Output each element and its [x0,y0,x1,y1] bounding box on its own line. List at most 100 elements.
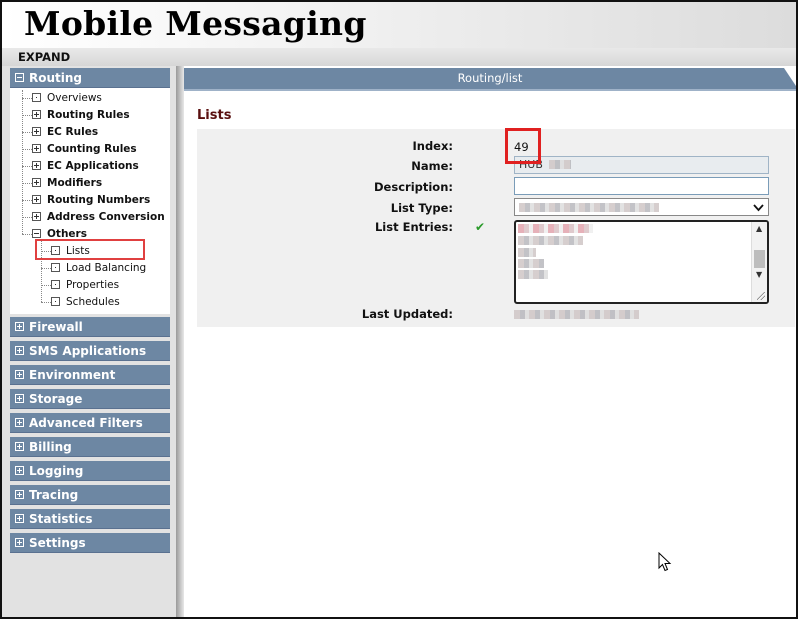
app-window: Mobile Messaging EXPAND Routing Overview… [0,0,798,619]
expand-node-icon [32,127,41,136]
description-field[interactable] [514,177,769,195]
name-label: Name: [411,159,453,173]
expand-icon [15,466,24,475]
description-label: Description: [374,180,453,194]
tree-item-ec-rules[interactable]: EC Rules [32,125,98,140]
tree-item-label: Routing Rules [47,109,130,121]
nav-section-logging[interactable]: Logging [10,461,170,481]
last-updated-label: Last Updated: [361,307,453,321]
scroll-up-icon[interactable]: ▲ [756,224,762,233]
check-icon: ✔ [475,220,486,234]
tree-item-label: Schedules [66,296,120,308]
leaf-node-icon [51,297,60,306]
mouse-cursor-icon [658,551,672,575]
redacted-text [518,224,593,233]
tree-item-schedules[interactable]: Schedules [51,295,120,310]
nav-section-label: Tracing [29,488,79,502]
expand-icon [15,514,24,523]
tree-item-routing-rules[interactable]: Routing Rules [32,108,130,123]
tree-item-label: EC Applications [47,160,139,172]
nav-section-billing[interactable]: Billing [10,437,170,457]
expand-node-icon [32,212,41,221]
collapse-node-icon [32,229,41,238]
nav-section-sms-applications[interactable]: SMS Applications [10,341,170,361]
tree-item-modifiers[interactable]: Modifiers [32,176,102,191]
name-field[interactable]: HUB [514,156,769,174]
tree-item-load-balancing[interactable]: Load Balancing [51,261,146,276]
redacted-text [549,160,572,169]
app-title: Mobile Messaging [24,4,367,43]
expand-link[interactable]: EXPAND [18,50,70,64]
tree-item-label: Counting Rules [47,143,137,155]
section-title: Lists [197,108,232,123]
list-type-label: List Type: [390,201,453,215]
list-entries-textarea[interactable]: ▲ ▼ [514,220,769,304]
tree-item-routing-numbers[interactable]: Routing Numbers [32,193,150,208]
nav-section-label: Statistics [29,512,93,526]
tree-item-label: EC Rules [47,126,99,138]
tree-item-label: Routing Numbers [47,194,151,206]
expand-icon [15,418,24,427]
redacted-text [518,270,548,279]
sidebar-divider [176,66,184,617]
nav-section-statistics[interactable]: Statistics [10,509,170,529]
expand-node-icon [32,178,41,187]
tree-item-properties[interactable]: Properties [51,278,119,293]
expand-bar: EXPAND [2,48,796,66]
collapse-icon [15,73,24,82]
app-header: Mobile Messaging [2,2,796,48]
tree-item-label: Modifiers [47,177,103,189]
scroll-thumb[interactable] [754,250,765,268]
leaf-node-icon [32,93,41,102]
redacted-text [518,248,536,257]
redacted-text [519,203,659,212]
nav-section-routing[interactable]: Routing [10,68,170,88]
nav-section-label: Firewall [29,320,83,334]
expand-icon [15,346,24,355]
nav-section-label: Billing [29,440,72,454]
expand-icon [15,370,24,379]
nav-section-label: Settings [29,536,86,550]
list-entries-label: List Entries: [374,220,453,234]
nav-section-settings[interactable]: Settings [10,533,170,553]
nav-section-label: Logging [29,464,84,478]
chevron-down-icon [753,202,764,215]
expand-icon [15,442,24,451]
nav-section-label: Storage [29,392,83,406]
scroll-down-icon[interactable]: ▼ [756,270,762,279]
nav-section-label: Environment [29,368,116,382]
tree-item-overviews[interactable]: Overviews [32,91,102,106]
tree-item-counting-rules[interactable]: Counting Rules [32,142,137,157]
redacted-text [518,236,583,245]
list-type-select[interactable] [514,198,769,216]
nav-section-storage[interactable]: Storage [10,389,170,409]
index-highlight [505,128,541,164]
nav-section-tracing[interactable]: Tracing [10,485,170,505]
tree-item-label: Address Conversion [47,211,165,223]
nav-section-environment[interactable]: Environment [10,365,170,385]
page-path-bar: Routing/list [184,68,796,89]
tree-item-label: Load Balancing [66,262,147,274]
expand-node-icon [32,195,41,204]
nav-section-label: Advanced Filters [29,416,143,430]
tree-item-ec-applications[interactable]: EC Applications [32,159,139,174]
selection-highlight [35,239,145,260]
nav-section-advanced-filters[interactable]: Advanced Filters [10,413,170,433]
main-content: Routing/list Lists Index: 49 Name: HUB D… [184,66,796,617]
nav-section-label: Routing [29,71,83,85]
expand-icon [15,394,24,403]
redacted-text [514,310,639,319]
expand-icon [15,538,24,547]
tree-item-label: Overviews [47,92,102,104]
nav-section-firewall[interactable]: Firewall [10,317,170,337]
resize-grip-icon[interactable] [757,292,765,300]
expand-icon [15,490,24,499]
expand-node-icon [32,110,41,119]
expand-node-icon [32,144,41,153]
tree-item-label: Properties [66,279,120,291]
redacted-text [518,259,544,268]
tree-item-address-conversion[interactable]: Address Conversion [32,210,165,225]
index-label: Index: [412,139,453,153]
textarea-scrollbar[interactable]: ▲ ▼ [751,222,767,302]
leaf-node-icon [51,280,60,289]
